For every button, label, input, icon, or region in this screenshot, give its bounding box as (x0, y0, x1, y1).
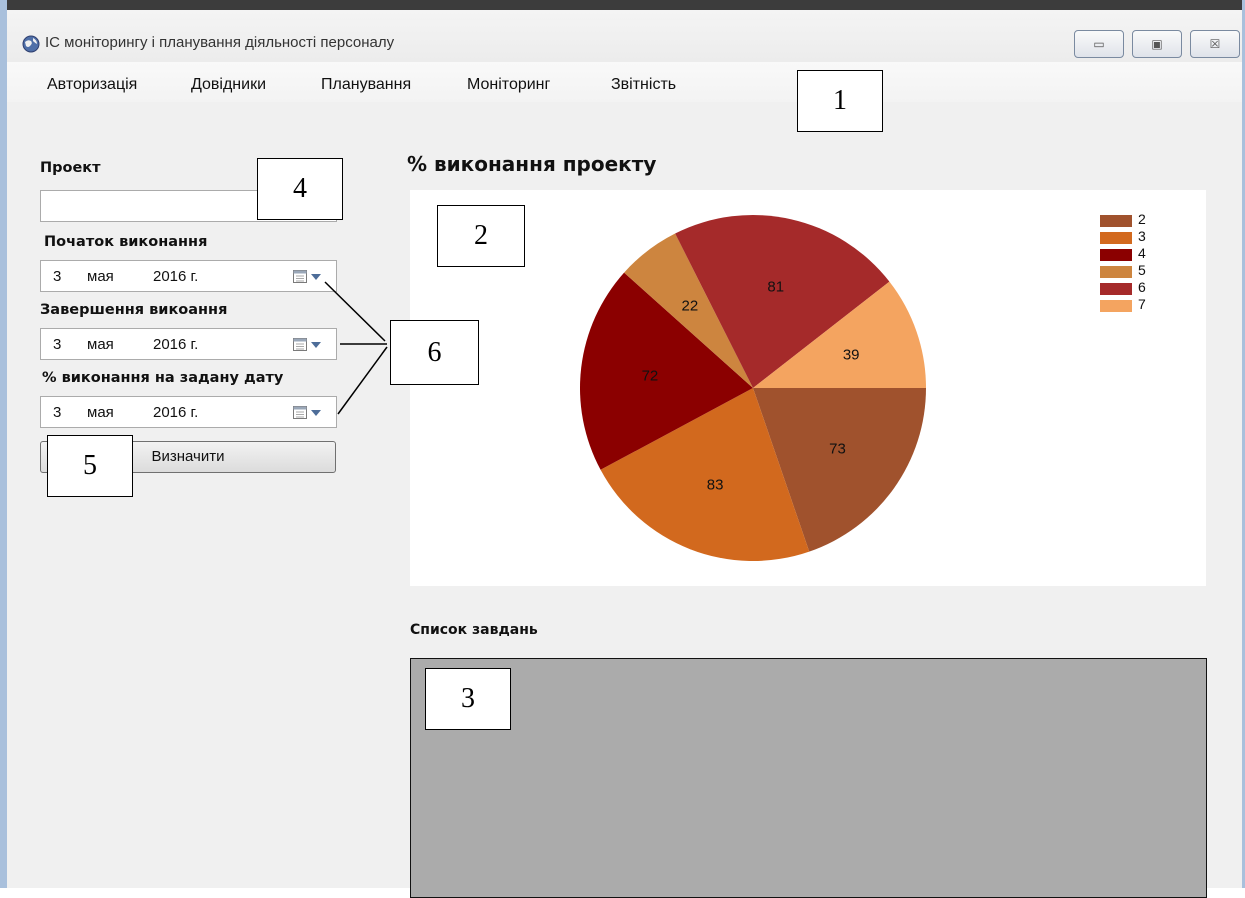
calendar-icon (293, 270, 307, 283)
globe-icon (22, 35, 40, 53)
pie-slice-label: 72 (642, 368, 659, 385)
start-date-picker[interactable]: 3 мая 2016 г. (40, 260, 337, 292)
task-list-title: Список завдань (410, 622, 538, 638)
close-button[interactable]: ☒ (1190, 30, 1240, 58)
start-date-day: 3 (53, 268, 62, 285)
chevron-down-icon[interactable] (311, 274, 321, 280)
start-date-label: Початок виконання (44, 234, 208, 250)
window-title: ІС моніторингу і планування діяльності п… (45, 34, 395, 51)
callout-1-number: 1 (833, 85, 847, 116)
progress-date-label: % виконання на задану дату (42, 370, 284, 386)
progress-date-month: мая (87, 404, 114, 421)
menu-item-monitoring[interactable]: Моніторинг (467, 76, 550, 94)
legend-label: 2 (1138, 211, 1146, 227)
callout-6: 6 (390, 320, 479, 385)
progress-date-day: 3 (53, 404, 62, 421)
legend-swatch (1100, 300, 1132, 312)
legend-swatch (1100, 232, 1132, 244)
legend-label: 5 (1138, 262, 1146, 278)
connector-line (337, 346, 388, 415)
callout-3: 3 (425, 668, 511, 730)
legend-label: 4 (1138, 245, 1146, 261)
progress-date-picker[interactable]: 3 мая 2016 г. (40, 396, 337, 428)
chevron-down-icon[interactable] (311, 342, 321, 348)
menu-item-planning[interactable]: Планування (321, 76, 411, 94)
end-date-year: 2016 г. (153, 336, 199, 353)
chart-title: % виконання проекту (407, 152, 657, 176)
start-date-year: 2016 г. (153, 268, 199, 285)
legend-swatch (1100, 266, 1132, 278)
end-date-picker[interactable]: 3 мая 2016 г. (40, 328, 337, 360)
window-frame-left (0, 0, 7, 888)
end-date-label: Завершення викоання (40, 302, 228, 318)
end-date-month: мая (87, 336, 114, 353)
calendar-icon (293, 338, 307, 351)
maximize-button[interactable]: ▣ (1132, 30, 1182, 58)
chevron-down-icon[interactable] (311, 410, 321, 416)
callout-5-number: 5 (83, 450, 97, 481)
title-bar[interactable]: ІС моніторингу і планування діяльності п… (7, 10, 1242, 62)
legend-label: 6 (1138, 279, 1146, 295)
progress-date-year: 2016 г. (153, 404, 199, 421)
menu-item-references[interactable]: Довідники (191, 76, 266, 94)
legend-swatch (1100, 215, 1132, 227)
close-icon: ☒ (1209, 37, 1221, 51)
menu-bar: Авторизація Довідники Планування Монітор… (7, 62, 1242, 102)
app-window: ІС моніторингу і планування діяльності п… (7, 10, 1242, 898)
legend-swatch (1100, 249, 1132, 261)
calendar-icon (293, 406, 307, 419)
menu-item-authorization[interactable]: Авторизація (47, 76, 137, 94)
pie-slice-label: 39 (843, 346, 860, 363)
pie-chart: 73 83 72 22 81 39 (580, 215, 926, 561)
pie-chart-panel: 73 83 72 22 81 39 234567 (410, 190, 1206, 586)
callout-2-number: 2 (474, 220, 488, 251)
menu-item-reports[interactable]: Звітність (611, 76, 676, 94)
callout-3-number: 3 (461, 683, 475, 714)
maximize-icon: ▣ (1151, 37, 1163, 51)
callout-5: 5 (47, 435, 133, 497)
callout-4-number: 4 (293, 173, 307, 204)
callout-2: 2 (437, 205, 525, 267)
project-label: Проект (40, 160, 101, 176)
minimize-button[interactable]: ▭ (1074, 30, 1124, 58)
callout-6-number: 6 (427, 337, 442, 368)
determine-button-label: Визначити (151, 448, 225, 465)
minimize-icon: ▭ (1093, 37, 1105, 51)
legend-swatch (1100, 283, 1132, 295)
legend-label: 7 (1138, 296, 1146, 312)
legend-label: 3 (1138, 228, 1146, 244)
pie-slice-label: 22 (682, 298, 699, 315)
callout-1: 1 (797, 70, 883, 132)
end-date-day: 3 (53, 336, 62, 353)
pie-slice-label: 83 (707, 477, 724, 494)
task-list-grid[interactable] (410, 658, 1207, 898)
callout-4: 4 (257, 158, 343, 220)
pie-slice-label: 73 (829, 440, 846, 457)
pie-slice-label: 81 (767, 279, 784, 296)
window-frame-top (0, 0, 1245, 10)
start-date-month: мая (87, 268, 114, 285)
